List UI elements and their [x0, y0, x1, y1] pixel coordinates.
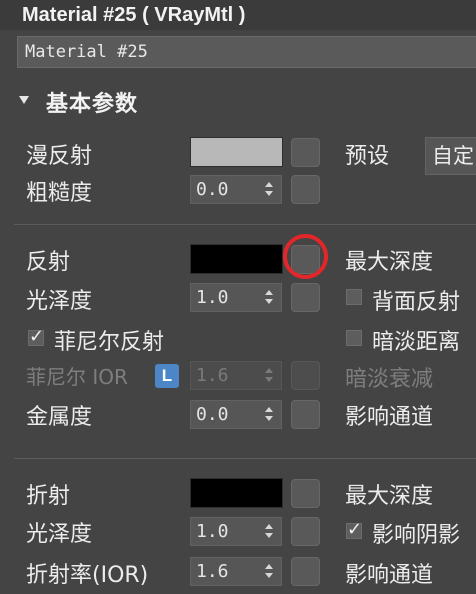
refraction-affect-channels-label: 影响通道	[345, 563, 434, 588]
roughness-map-button[interactable]	[291, 175, 320, 204]
spinner-arrows-icon[interactable]	[265, 407, 273, 423]
dim-distance-checkbox[interactable]	[346, 330, 362, 346]
fresnel-ior-spinner[interactable]: 1.6	[190, 361, 282, 390]
affect-shadows-checkbox[interactable]: ✓	[346, 519, 362, 540]
diffuse-color-swatch[interactable]	[190, 137, 283, 167]
metalness-map-button[interactable]	[291, 400, 320, 429]
reflection-label: 反射	[26, 250, 71, 275]
reflection-color-swatch[interactable]	[190, 244, 283, 274]
window-title: Material #25 ( VRayMtl )	[0, 0, 476, 30]
preset-dropdown[interactable]: 自定	[425, 137, 476, 175]
refraction-glossiness-value: 1.0	[196, 521, 229, 542]
reflection-glossiness-spinner[interactable]: 1.0	[190, 283, 282, 312]
refraction-glossiness-label: 光泽度	[26, 522, 93, 547]
spinner-arrows-icon[interactable]	[265, 290, 273, 306]
dim-distance-label: 暗淡距离	[372, 330, 461, 355]
checkmark-icon: ✓	[29, 326, 45, 347]
reflection-max-depth-label: 最大深度	[345, 250, 434, 275]
reflection-glossiness-map-button[interactable]	[291, 283, 320, 312]
rollout-header-basic-params[interactable]: 基本参数	[14, 80, 476, 124]
material-name-field[interactable]: Material #25	[17, 36, 476, 68]
spinner-arrows-icon[interactable]	[265, 182, 273, 198]
ior-spinner[interactable]: 1.6	[190, 557, 282, 586]
refraction-color-swatch[interactable]	[190, 478, 283, 508]
fresnel-ior-map-button[interactable]	[291, 361, 320, 390]
ior-value: 1.6	[196, 561, 229, 582]
rollout-title: 基本参数	[46, 92, 139, 117]
fresnel-checkbox[interactable]: ✓	[28, 326, 44, 347]
dim-falloff-label: 暗淡衰减	[345, 367, 434, 392]
reflection-glossiness-value: 1.0	[196, 287, 229, 308]
ior-map-button[interactable]	[291, 557, 320, 586]
refraction-max-depth-label: 最大深度	[345, 484, 434, 509]
metalness-label: 金属度	[26, 405, 93, 430]
spinner-arrows-icon[interactable]	[265, 368, 273, 384]
fresnel-ior-label: 菲尼尔 IOR	[26, 365, 128, 389]
reflection-affect-channels-label: 影响通道	[345, 405, 434, 430]
back-side-reflect-label: 背面反射	[372, 290, 461, 315]
diffuse-map-button[interactable]	[291, 138, 320, 167]
refraction-glossiness-map-button[interactable]	[291, 517, 320, 546]
refraction-label: 折射	[26, 484, 71, 509]
refraction-glossiness-spinner[interactable]: 1.0	[190, 517, 282, 546]
fresnel-ior-value: 1.6	[196, 365, 229, 386]
back-side-reflect-checkbox[interactable]	[346, 289, 362, 305]
roughness-label: 粗糙度	[26, 181, 93, 206]
diffuse-label: 漫反射	[26, 144, 93, 169]
spinner-arrows-icon[interactable]	[265, 524, 273, 540]
checkmark-icon: ✓	[347, 519, 363, 540]
refraction-map-button[interactable]	[291, 479, 320, 508]
highlight-circle	[283, 234, 328, 279]
preset-label: 预设	[345, 144, 390, 169]
section-divider	[14, 458, 476, 459]
collapse-arrow-icon[interactable]	[19, 96, 29, 104]
spinner-arrows-icon[interactable]	[265, 564, 273, 580]
roughness-value: 0.0	[196, 179, 229, 200]
fresnel-label: 菲尼尔反射	[54, 330, 165, 355]
affect-shadows-label: 影响阴影	[372, 523, 461, 548]
ior-label: 折射率(IOR)	[26, 563, 149, 588]
roughness-spinner[interactable]: 0.0	[190, 175, 282, 204]
reflection-glossiness-label: 光泽度	[26, 289, 93, 314]
metalness-spinner[interactable]: 0.0	[190, 400, 282, 429]
metalness-value: 0.0	[196, 404, 229, 425]
section-divider	[14, 224, 476, 225]
fresnel-ior-lock-button[interactable]: L	[155, 364, 179, 388]
